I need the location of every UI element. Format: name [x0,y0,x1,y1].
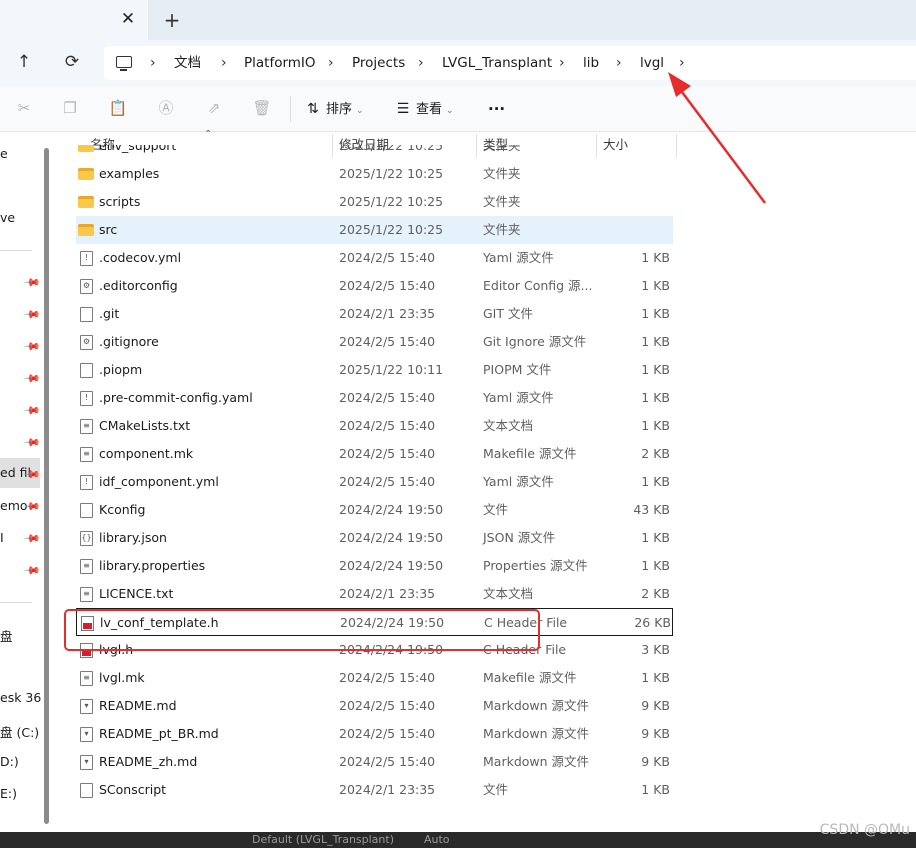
status-bar: Default (LVGL_Transplant) Auto [0,832,916,848]
annotation-arrow [668,72,767,204]
status-mode[interactable]: Auto [424,832,450,848]
status-profile[interactable]: Default (LVGL_Transplant) [252,832,394,848]
watermark: CSDN @OMu [819,822,910,838]
